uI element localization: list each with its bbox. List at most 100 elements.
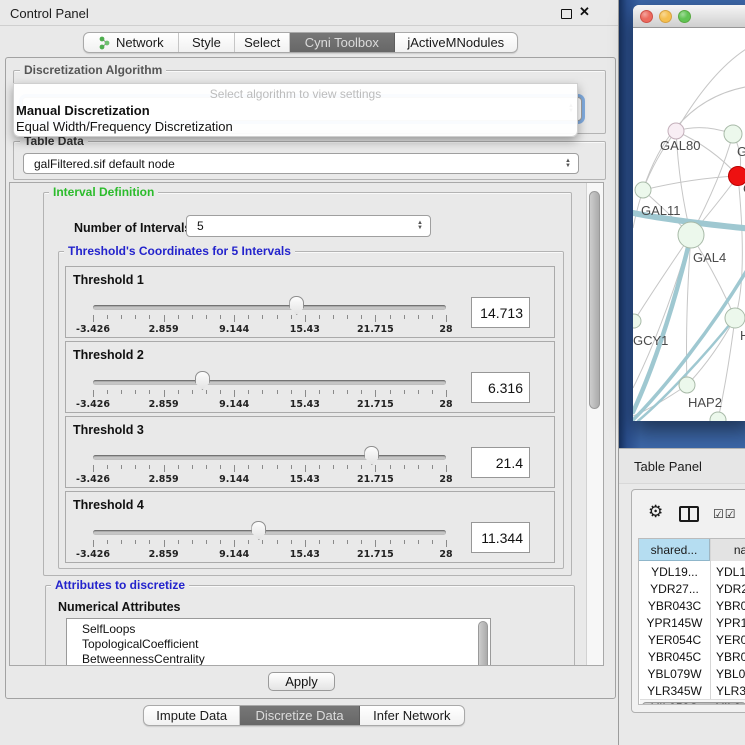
table-cell[interactable]: YDL19... (639, 565, 710, 579)
minor-tick (361, 465, 362, 469)
slider-thumb[interactable] (251, 521, 266, 540)
close-light[interactable] (640, 10, 653, 23)
minor-tick (248, 540, 249, 544)
table-cell[interactable]: YDR27... (639, 582, 710, 596)
column-layout-icon[interactable] (679, 506, 699, 522)
close-icon[interactable]: ✕ (579, 4, 590, 20)
threshold-value-field[interactable]: 6.316 (471, 372, 530, 403)
minor-tick (220, 315, 221, 319)
network-node[interactable] (725, 308, 745, 328)
minor-tick (149, 390, 150, 394)
tick-label: 2.859 (149, 399, 179, 410)
checkbox-icons[interactable]: ☑☑ (713, 507, 737, 521)
network-node[interactable] (724, 125, 742, 143)
apply-button[interactable]: Apply (268, 672, 335, 691)
popup-item-2[interactable]: Equal Width/Frequency Discretization (16, 119, 233, 134)
network-window-titlebar[interactable] (633, 5, 745, 28)
table-cell[interactable]: YIL052C (639, 701, 710, 705)
minor-tick (347, 540, 348, 544)
table-cell[interactable]: YIL0 (716, 701, 741, 705)
tick-label: 21.715 (357, 324, 394, 335)
network-node[interactable] (633, 314, 641, 328)
vertical-scrollbar[interactable] (586, 183, 603, 665)
minor-tick (291, 540, 292, 544)
slider-thumb[interactable] (364, 446, 379, 465)
table-data-combobox[interactable]: galFiltered.sif default node ▲▼ (23, 153, 579, 174)
table-cell[interactable]: YLR345W (639, 684, 710, 698)
tick-label: 2.859 (149, 549, 179, 560)
table-cell[interactable]: YBR0 (716, 650, 745, 664)
table-cell[interactable]: YLR3 (716, 684, 745, 698)
minor-tick (178, 390, 179, 394)
tick-label: 9.144 (219, 324, 249, 335)
minor-tick (361, 390, 362, 394)
attribute-item[interactable]: BetweennessCentrality (82, 652, 205, 665)
float-window-icon[interactable] (561, 9, 572, 19)
number-of-intervals-combobox[interactable]: 5 ▲▼ (186, 215, 431, 237)
minor-tick (390, 540, 391, 544)
tick-label: 2.859 (149, 474, 179, 485)
tab-discretize-data[interactable]: Discretize Data (240, 706, 359, 725)
zoom-light[interactable] (678, 10, 691, 23)
minor-tick (390, 315, 391, 319)
table-cell[interactable]: YER054C (639, 633, 710, 647)
table-cell[interactable]: YPR1 (716, 616, 745, 630)
table-cell[interactable]: YDR2 (716, 582, 745, 596)
node-table[interactable]: shared...naYDL19... YDL1 YDR27... YDR2 YBR04… (638, 538, 745, 705)
tick-label: -3.426 (76, 399, 110, 410)
tab-cyni-toolbox[interactable]: Cyni Toolbox (290, 33, 395, 52)
slider-thumb[interactable] (289, 296, 304, 315)
table-cell[interactable]: YDL1 (716, 565, 745, 579)
threshold-panel-4: Threshold 4-3.4262.8599.14415.4321.71528… (65, 491, 555, 563)
column-header-2[interactable]: na (711, 539, 745, 561)
network-node[interactable] (710, 412, 726, 421)
attribute-item[interactable]: TopologicalCoefficient (82, 637, 199, 651)
gear-icon[interactable]: ⚙ (648, 502, 663, 522)
threshold-value-field[interactable]: 21.4 (471, 447, 530, 478)
tab-infer-network[interactable]: Infer Network (360, 706, 464, 725)
table-cell[interactable]: YER0 (716, 633, 745, 647)
network-view-window[interactable]: GAL80GACGAL11GAL4GCY1HHAP2 (633, 5, 745, 421)
table-cell[interactable]: YPR145W (639, 616, 710, 630)
slider-track[interactable] (93, 455, 446, 460)
tab-jactivemnodules[interactable]: jActiveMNodules (395, 33, 517, 52)
thresholds-group: Threshold's Coordinates for 5 Intervals … (58, 251, 564, 569)
popup-item-1[interactable]: Manual Discretization (16, 103, 150, 118)
tab-impute-data[interactable]: Impute Data (144, 706, 240, 725)
network-node[interactable] (635, 182, 651, 198)
network-node[interactable] (668, 123, 684, 139)
network-canvas[interactable]: GAL80GACGAL11GAL4GCY1HHAP2 (633, 28, 745, 421)
attribute-item[interactable]: SelfLoops (82, 622, 135, 636)
slider-thumb[interactable] (195, 371, 210, 390)
numerical-attributes-list[interactable]: SelfLoopsTopologicalCoefficientBetweenne… (66, 618, 491, 665)
tab-select[interactable]: Select (235, 33, 290, 52)
tab-label: jActiveMNodules (407, 35, 504, 50)
slider-track[interactable] (93, 530, 446, 535)
minor-tick (121, 315, 122, 319)
table-cell[interactable]: YBR0 (716, 599, 745, 613)
table-cell[interactable]: YBL0 (716, 667, 745, 681)
network-node[interactable] (678, 222, 704, 248)
slider-track[interactable] (93, 305, 446, 310)
major-tick (446, 465, 447, 472)
table-cell[interactable]: YBR045C (639, 650, 710, 664)
network-icon (98, 36, 111, 50)
tab-network[interactable]: Network (84, 33, 179, 52)
vertical-scrollbar-thumb[interactable] (589, 191, 600, 409)
network-node[interactable] (679, 377, 695, 393)
tab-style[interactable]: Style (179, 33, 236, 52)
number-of-intervals-label: Number of Intervals (74, 221, 191, 235)
minimize-light[interactable] (659, 10, 672, 23)
threshold-value-field[interactable]: 11.344 (471, 522, 530, 553)
list-scrollbar[interactable] (478, 621, 488, 665)
table-cell[interactable]: YBL079W (639, 667, 710, 681)
table-cell[interactable]: YBR043C (639, 599, 710, 613)
node-label: GAL80 (660, 138, 700, 153)
minor-tick (135, 390, 136, 394)
attributes-group-title: Attributes to discretize (51, 578, 189, 592)
slider-track[interactable] (93, 380, 446, 385)
column-header-1[interactable]: shared... (639, 539, 710, 561)
major-tick (446, 540, 447, 547)
tick-label: 9.144 (219, 399, 249, 410)
threshold-value-field[interactable]: 14.713 (471, 297, 530, 328)
